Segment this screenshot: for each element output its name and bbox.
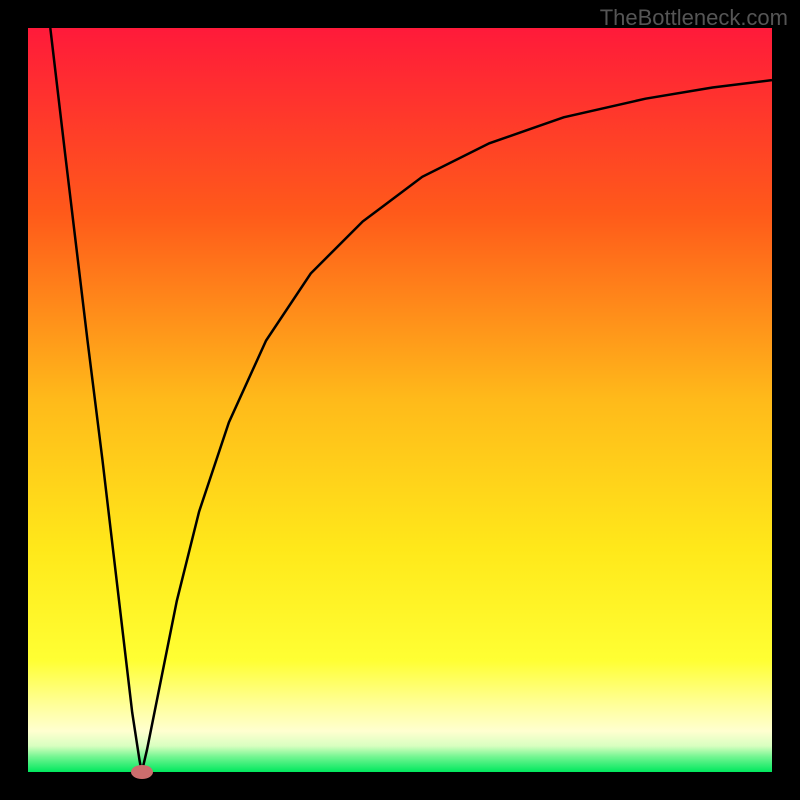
- gradient-background: [28, 28, 772, 772]
- watermark-text: TheBottleneck.com: [600, 5, 788, 31]
- chart-svg: [28, 28, 772, 772]
- optimal-point-marker: [131, 765, 153, 779]
- chart-plot-area: [28, 28, 772, 772]
